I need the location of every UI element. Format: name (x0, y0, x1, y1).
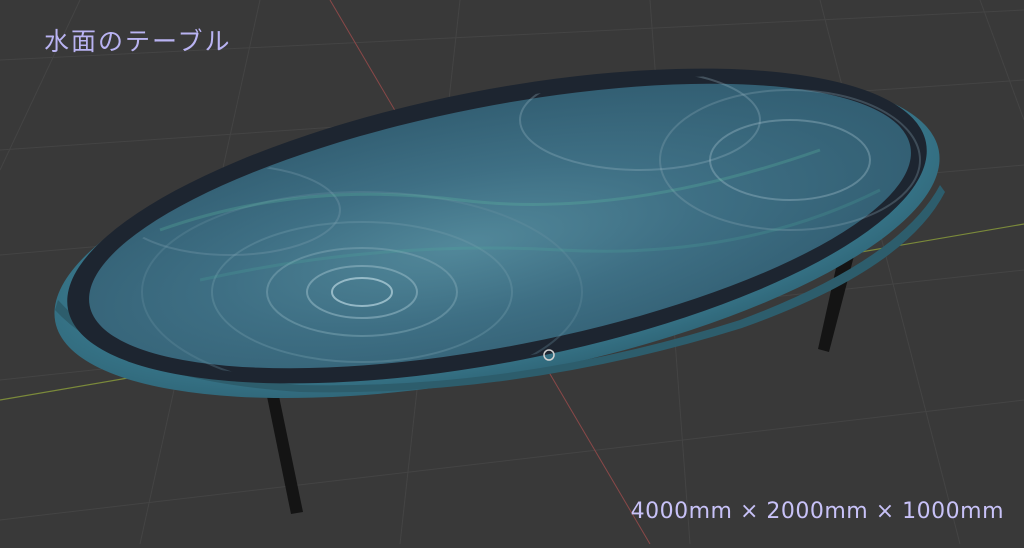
dimensions-label: 4000mm × 2000mm × 1000mm (630, 499, 1004, 524)
viewport-scene (0, 0, 1024, 545)
scene-title: 水面のテーブル (44, 27, 232, 56)
3d-viewport[interactable] (0, 0, 1024, 545)
